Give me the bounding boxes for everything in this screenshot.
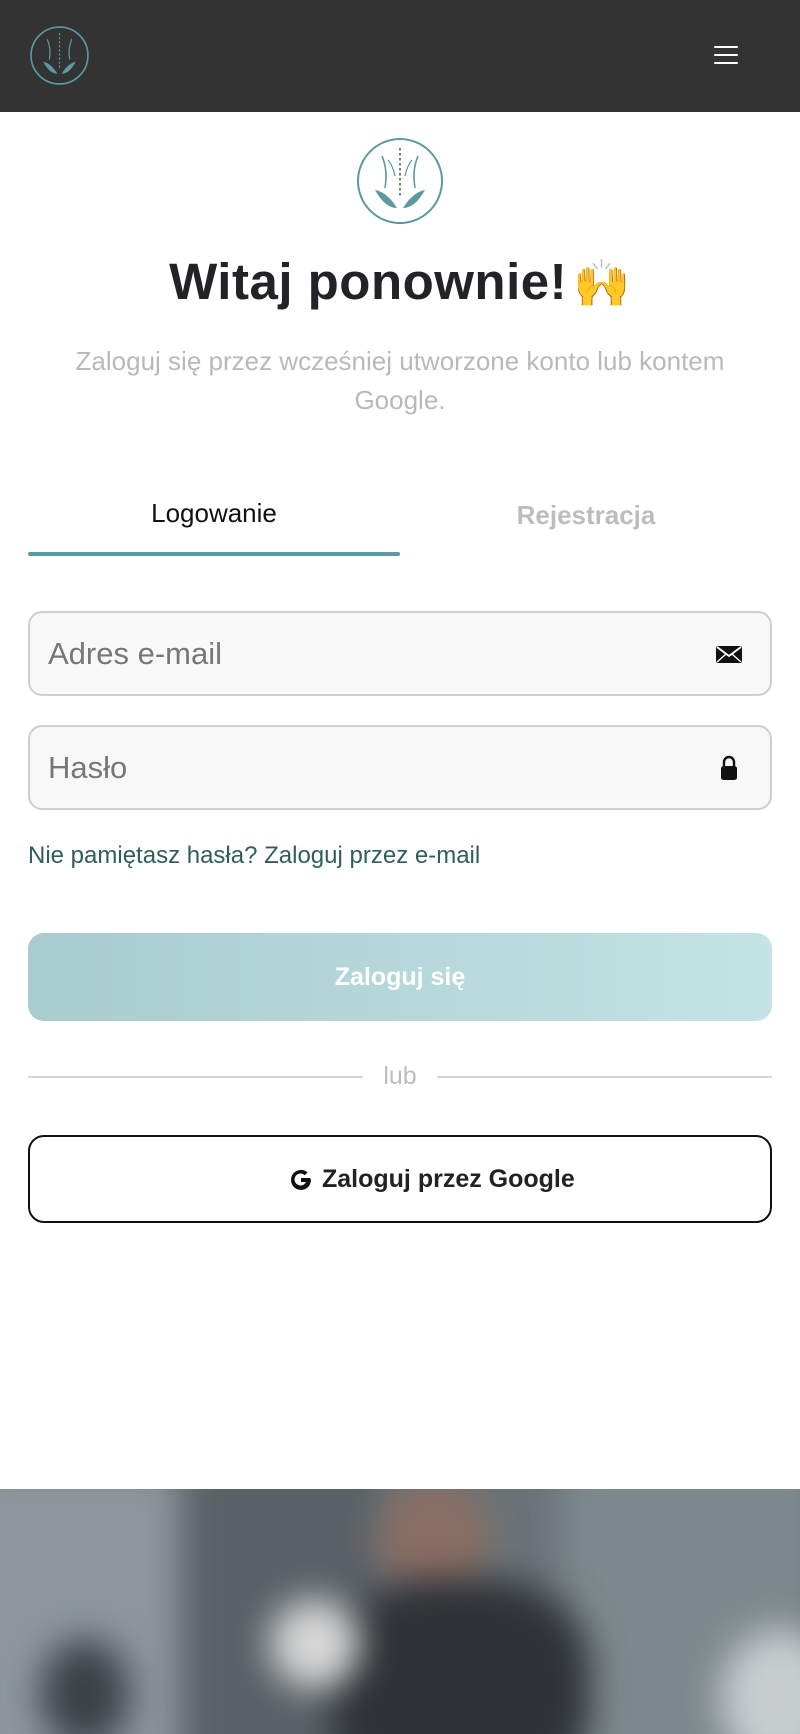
tab-register[interactable]: Rejestracja xyxy=(400,488,772,556)
login-button[interactable]: Zaloguj się xyxy=(28,933,772,1021)
menu-line xyxy=(714,62,738,64)
menu-line xyxy=(714,54,738,56)
lock-icon xyxy=(721,755,737,780)
photo-blur-shape xyxy=(330,1579,590,1734)
divider-text: lub xyxy=(383,1062,417,1090)
hamburger-menu-button[interactable] xyxy=(708,38,744,72)
page-subtitle: Zaloguj się przez wcześniej utworzone ko… xyxy=(75,346,725,415)
divider-line xyxy=(28,1076,363,1078)
top-navbar xyxy=(0,0,800,112)
envelope-icon xyxy=(716,646,742,663)
page-title-text: Witaj ponownie! xyxy=(169,253,568,310)
password-field xyxy=(28,725,772,810)
page-title: Witaj ponownie! 🙌 xyxy=(0,252,800,311)
menu-line xyxy=(714,46,738,48)
auth-tabs: Logowanie Rejestracja xyxy=(28,488,772,556)
raised-hands-emoji: 🙌 xyxy=(573,257,631,309)
password-input[interactable] xyxy=(48,727,688,808)
google-login-button[interactable]: Zaloguj przez Google xyxy=(28,1135,772,1223)
google-g-icon xyxy=(291,1169,311,1190)
hero-background-photo xyxy=(0,1489,800,1734)
spine-hands-logo-icon xyxy=(357,138,443,224)
photo-blur-shape xyxy=(270,1599,360,1689)
tab-login[interactable]: Logowanie xyxy=(28,488,400,556)
forgot-password-link[interactable]: Nie pamiętasz hasła? Zaloguj przez e-mai… xyxy=(28,842,480,870)
google-login-label: Zaloguj przez Google xyxy=(322,1165,575,1193)
spine-hands-logo-icon[interactable] xyxy=(29,25,90,86)
divider-line xyxy=(437,1076,772,1078)
active-tab-indicator xyxy=(28,552,400,556)
email-input[interactable] xyxy=(48,613,688,694)
email-field xyxy=(28,611,772,696)
